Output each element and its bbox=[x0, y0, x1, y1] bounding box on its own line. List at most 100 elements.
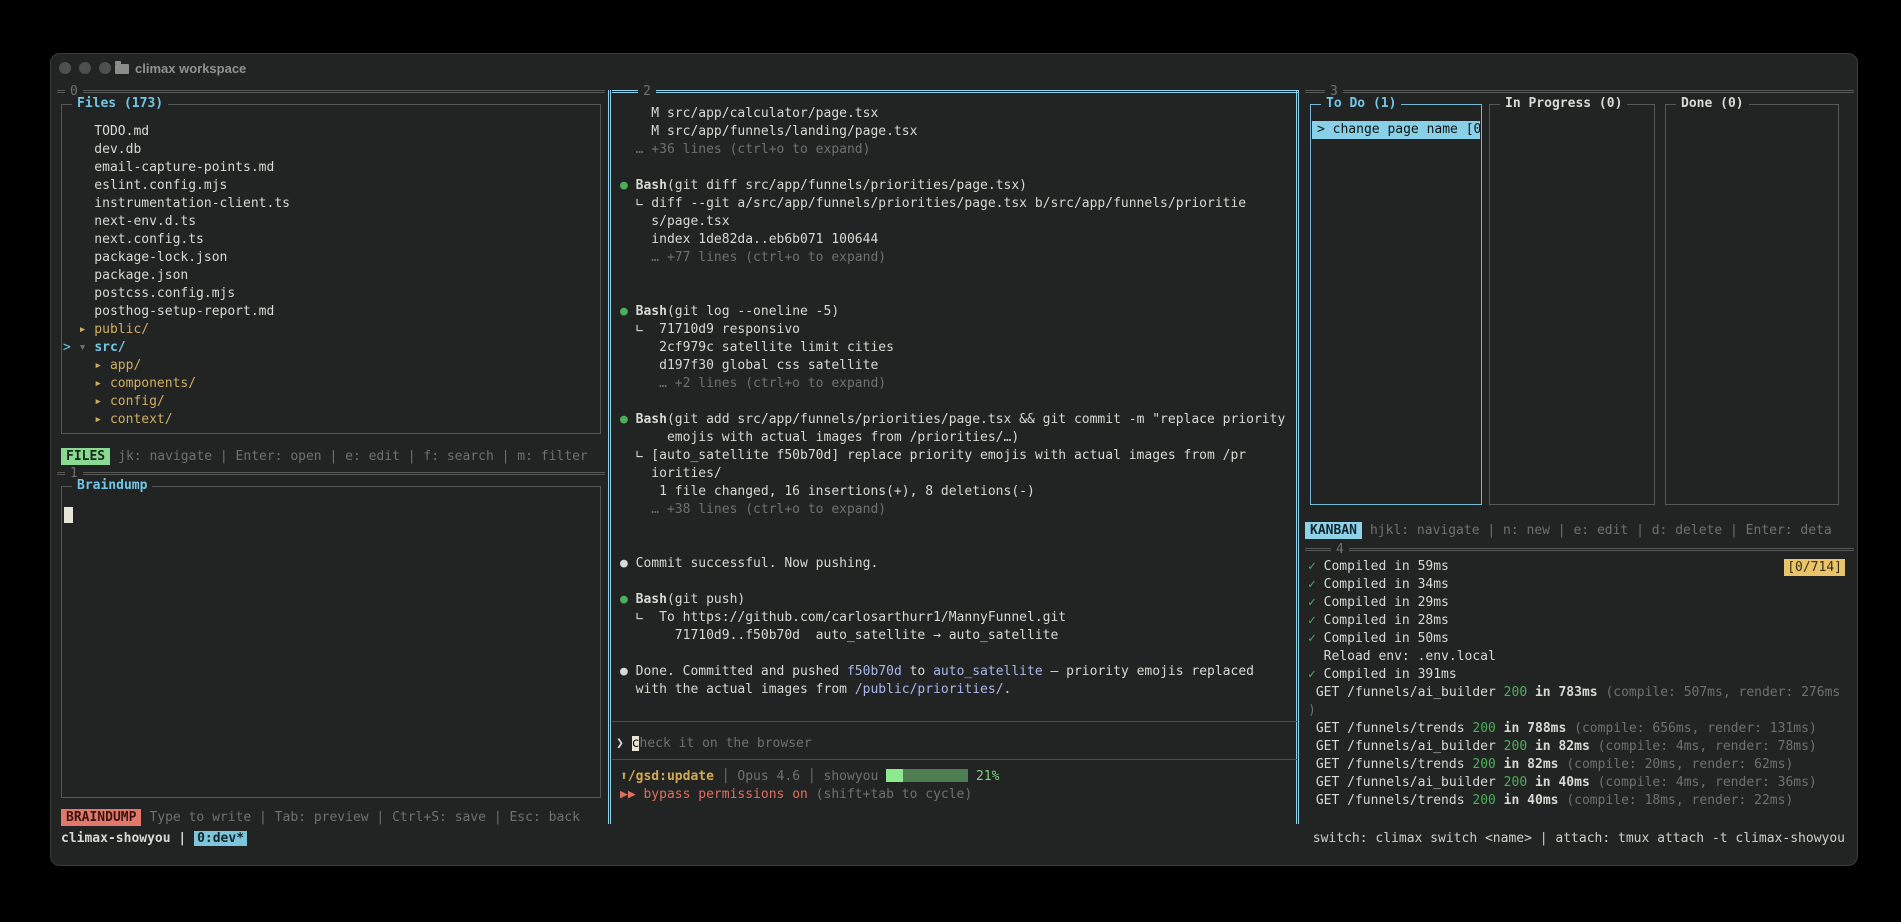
terminal-line: ∟ To https://github.com/carlosarthurr1/M… bbox=[620, 609, 1296, 627]
file-row[interactable]: email-capture-points.md bbox=[63, 159, 597, 177]
command-name: /gsd:update bbox=[628, 769, 714, 784]
minimize-button[interactable] bbox=[79, 62, 91, 74]
pane-border-devlog: 4 bbox=[1305, 548, 1854, 551]
pane-border-files: 0 bbox=[57, 90, 605, 93]
file-row[interactable]: posthog-setup-report.md bbox=[63, 303, 597, 321]
terminal-line: 2cf979c satellite limit cities bbox=[620, 339, 1296, 357]
terminal-line: M src/app/funnels/landing/page.tsx bbox=[620, 123, 1296, 141]
log-line: ✓ Compiled in 28ms bbox=[1308, 612, 1854, 630]
close-button[interactable] bbox=[59, 62, 71, 74]
file-row[interactable]: postcss.config.mjs bbox=[63, 285, 597, 303]
terminal-line: ● Bash(git push) bbox=[620, 591, 1296, 609]
log-line: GET /funnels/ai_builder 200 in 783ms (co… bbox=[1308, 684, 1854, 702]
kanban-column-title: In Progress (0) bbox=[1500, 95, 1627, 113]
braindump-hints: Type to write | Tab: preview | Ctrl+S: s… bbox=[149, 810, 579, 825]
up-arrow-icon: ⬆ bbox=[620, 769, 628, 784]
log-line: GET /funnels/ai_builder 200 in 40ms (com… bbox=[1308, 774, 1854, 792]
file-row[interactable]: package.json bbox=[63, 267, 597, 285]
terminal-line: … +77 lines (ctrl+o to expand) bbox=[620, 249, 1296, 267]
terminal-line: 1 file changed, 16 insertions(+), 8 dele… bbox=[620, 483, 1296, 501]
terminal-line: 71710d9..f50b70d auto_satellite → auto_s… bbox=[620, 627, 1296, 645]
files-title: Files (173) bbox=[72, 95, 168, 113]
terminal-line: s/page.tsx bbox=[620, 213, 1296, 231]
terminal-line bbox=[620, 519, 1296, 537]
terminal-line: … +2 lines (ctrl+o to expand) bbox=[620, 375, 1296, 393]
separator: │ bbox=[800, 769, 823, 784]
file-row[interactable]: ▸ components/ bbox=[63, 375, 597, 393]
file-row[interactable]: ▸ app/ bbox=[63, 357, 597, 375]
terminal-window: climax workspace 0 2 3 1 4 Files (173) T… bbox=[50, 53, 1858, 866]
prompt-input[interactable]: ❯ check it on the browser bbox=[616, 735, 1296, 753]
input-box-bottom-border bbox=[612, 759, 1298, 760]
log-line: Reload env: .env.local bbox=[1308, 648, 1854, 666]
kanban-column-title: To Do (1) bbox=[1321, 95, 1401, 113]
terminal-line: index 1de82da..eb6b071 100644 bbox=[620, 231, 1296, 249]
pane-index-label: 4 bbox=[1331, 541, 1349, 558]
zoom-button[interactable] bbox=[99, 62, 111, 74]
terminal-line: … +36 lines (ctrl+o to expand) bbox=[620, 141, 1296, 159]
kanban-column-done[interactable]: Done (0) bbox=[1665, 104, 1839, 505]
terminal-line: M src/app/calculator/page.tsx bbox=[620, 105, 1296, 123]
file-row[interactable]: next-env.d.ts bbox=[63, 213, 597, 231]
braindump-statusbar: BRAINDUMP Type to write | Tab: preview | … bbox=[61, 809, 603, 826]
devserver-log: ✓ Compiled in 59ms✓ Compiled in 34ms✓ Co… bbox=[1308, 558, 1854, 810]
file-row[interactable]: next.config.ts bbox=[63, 231, 597, 249]
permissions-line[interactable]: ▶▶ bypass permissions on (shift+tab to c… bbox=[620, 786, 1296, 804]
separator: │ bbox=[714, 769, 737, 784]
file-row[interactable]: package-lock.json bbox=[63, 249, 597, 267]
kanban-card[interactable]: > change page name [0 bbox=[1312, 121, 1480, 139]
terminal-line: ● Bash(git diff src/app/funnels/prioriti… bbox=[620, 177, 1296, 195]
pane-border-kanban: 3 bbox=[1305, 90, 1854, 93]
terminal-line: emojis with actual images from /prioriti… bbox=[620, 429, 1296, 447]
session-status: climax-showyou | 0:dev* bbox=[61, 830, 247, 848]
terminal-line bbox=[620, 573, 1296, 591]
project-name: showyou bbox=[824, 769, 887, 784]
todo-counter-badge: [0/714] bbox=[1784, 559, 1845, 576]
pane-index-label: 2 bbox=[638, 83, 656, 100]
kanban-column-inprogress[interactable]: In Progress (0) bbox=[1489, 104, 1655, 505]
log-line: ✓ Compiled in 50ms bbox=[1308, 630, 1854, 648]
log-line: GET /funnels/trends 200 in 788ms (compil… bbox=[1308, 720, 1854, 738]
active-window-badge[interactable]: 0:dev* bbox=[194, 831, 247, 846]
pane-separator-left[interactable] bbox=[608, 90, 611, 824]
double-arrow-icon: ▶▶ bbox=[620, 787, 643, 802]
pane-separator-right[interactable] bbox=[1296, 90, 1299, 824]
terminal-line: ● Commit successful. Now pushing. bbox=[620, 555, 1296, 573]
terminal-line: with the actual images from /public/prio… bbox=[620, 681, 1296, 699]
pane-border-claude: 2 bbox=[612, 90, 1298, 93]
terminal-line: ● Bash(git add src/app/funnels/prioritie… bbox=[620, 411, 1296, 429]
kanban-items-todo: > change page name [0 bbox=[1312, 121, 1480, 139]
pane-border-braindump: 1 bbox=[57, 472, 605, 475]
file-row[interactable]: eslint.config.mjs bbox=[63, 177, 597, 195]
prompt-chevron-icon: ❯ bbox=[616, 736, 632, 751]
input-box-top-border bbox=[612, 721, 1298, 722]
permissions-text: bypass permissions on bbox=[643, 787, 815, 802]
file-tree: TODO.md dev.db email-capture-points.md e… bbox=[63, 123, 597, 429]
kanban-mode-badge: KANBAN bbox=[1305, 522, 1362, 539]
terminal-line: ● Bash(git log --oneline -5) bbox=[620, 303, 1296, 321]
braindump-mode-badge: BRAINDUMP bbox=[61, 809, 141, 826]
folder-icon bbox=[115, 64, 129, 74]
prompt-text: heck it on the browser bbox=[639, 736, 811, 751]
model-name: Opus 4.6 bbox=[737, 769, 800, 784]
braindump-title: Braindump bbox=[72, 477, 152, 495]
kanban-column-todo[interactable]: To Do (1) > change page name [0 bbox=[1310, 104, 1482, 505]
terminal-line: ∟ 71710d9 responsivo bbox=[620, 321, 1296, 339]
files-hints: jk: navigate | Enter: open | e: edit | f… bbox=[118, 449, 588, 464]
terminal-line bbox=[620, 645, 1296, 663]
file-row[interactable]: ▸ config/ bbox=[63, 393, 597, 411]
terminal-line: d197f30 global css satellite bbox=[620, 357, 1296, 375]
kanban-hints: hjkl: navigate | n: new | e: edit | d: d… bbox=[1370, 523, 1832, 538]
terminal-line: ∟ diff --git a/src/app/funnels/prioritie… bbox=[620, 195, 1296, 213]
kanban-column-title: Done (0) bbox=[1676, 95, 1749, 113]
file-row[interactable]: instrumentation-client.ts bbox=[63, 195, 597, 213]
file-row[interactable]: ▸ context/ bbox=[63, 411, 597, 429]
file-row[interactable]: ▸ public/ bbox=[63, 321, 597, 339]
file-row[interactable]: dev.db bbox=[63, 141, 597, 159]
file-row[interactable]: > ▾ src/ bbox=[63, 339, 597, 357]
log-line: ✓ Compiled in 34ms bbox=[1308, 576, 1854, 594]
context-progress-fill bbox=[886, 769, 903, 782]
braindump-box[interactable]: Braindump bbox=[61, 486, 601, 798]
context-progress-bar bbox=[886, 769, 968, 782]
file-row[interactable]: TODO.md bbox=[63, 123, 597, 141]
